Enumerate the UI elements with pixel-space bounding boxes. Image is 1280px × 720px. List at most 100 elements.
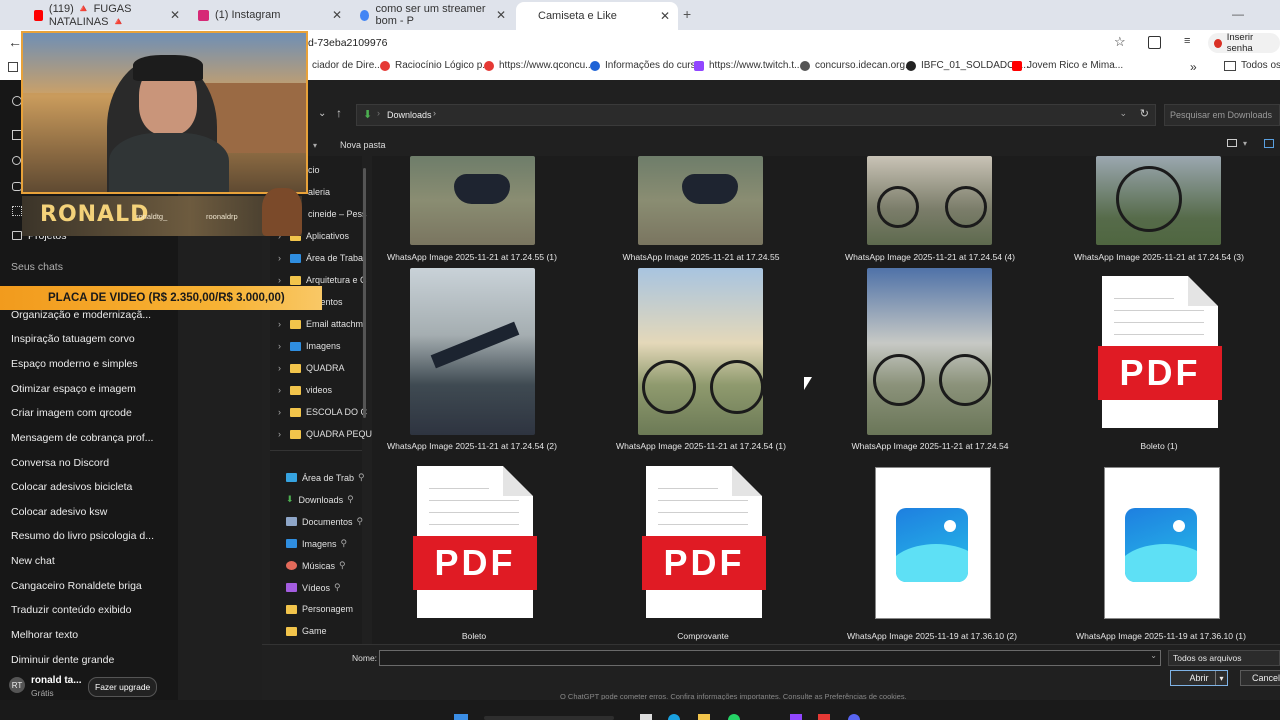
bookmark[interactable]: ciador de Dire... [312, 60, 383, 71]
tree-item[interactable]: › videos [278, 385, 332, 395]
search-icon[interactable] [12, 156, 21, 165]
quick-access-item[interactable]: ⬇ Downloads ⚲ [286, 494, 354, 505]
avatar[interactable]: RT [9, 677, 25, 693]
quick-access-item[interactable]: Músicas ⚲ [286, 560, 346, 571]
tab-instagram[interactable]: (1) Instagram ✕ [190, 4, 350, 26]
tree-item[interactable]: cio [308, 165, 320, 175]
file-thumbnail[interactable] [638, 268, 763, 435]
tree-item[interactable]: cineide – Pess [308, 209, 367, 219]
chevron-down-icon[interactable]: ⌄ [1119, 108, 1127, 119]
path-segment[interactable]: Downloads [387, 110, 432, 120]
chevron-down-icon[interactable]: ⌄ [1150, 651, 1157, 660]
filename-input[interactable]: ⌄ [379, 650, 1161, 666]
image-file-icon[interactable] [1104, 467, 1220, 619]
obs-icon[interactable] [818, 714, 830, 720]
pdf-file-icon[interactable]: PDF [1098, 276, 1222, 428]
tree-item[interactable]: › ESCOLA DO C [278, 407, 367, 417]
chat-item[interactable]: Resumo do livro psicologia d... [11, 530, 154, 542]
up-arrow-icon[interactable]: ↑ [336, 106, 342, 120]
quick-access-item[interactable]: Área de Trab ⚲ [286, 472, 365, 483]
preview-pane-icon[interactable] [1264, 139, 1274, 148]
chevron-down-icon[interactable]: ▾ [1243, 139, 1247, 148]
path-bar[interactable]: ⬇ › Downloads › ⌄ ↻ [356, 104, 1156, 126]
chat-item[interactable]: Traduzir conteúdo exibido [11, 604, 131, 616]
chat-item[interactable]: Otimizar espaço e imagem [11, 383, 136, 395]
open-button[interactable]: Abrir ▾ [1170, 670, 1228, 686]
bookmark[interactable]: Informações do curso [590, 60, 701, 71]
new-folder-button[interactable]: Nova pasta [340, 140, 386, 150]
quick-access-item[interactable]: Vídeos ⚲ [286, 582, 341, 593]
extensions-icon[interactable] [1148, 36, 1161, 49]
file-thumbnail[interactable] [410, 156, 535, 245]
chat-item[interactable]: Mensagem de cobrança prof... [11, 432, 153, 444]
image-file-icon[interactable] [875, 467, 991, 619]
close-tab-icon[interactable]: ✕ [332, 8, 342, 22]
tree-item[interactable]: › Imagens [278, 341, 341, 351]
file-thumbnail[interactable] [638, 156, 763, 245]
chat-item[interactable]: New chat [11, 555, 55, 567]
tab-google[interactable]: como ser um streamer bom - P ✕ [352, 3, 514, 27]
organize-chevron-icon[interactable]: ▾ [313, 141, 317, 150]
chat-item[interactable]: Inspiração tatuagem corvo [11, 333, 135, 345]
recent-locations-icon[interactable]: ⌄ [318, 108, 326, 119]
taskview-icon[interactable] [640, 714, 652, 720]
bookmark[interactable]: https://www.qconcu... [484, 60, 594, 71]
star-icon[interactable]: ☆ [1114, 34, 1126, 50]
back-icon[interactable]: ← [8, 34, 22, 50]
tree-item[interactable]: › QUADRA [278, 363, 345, 373]
view-mode-icon[interactable] [1227, 139, 1237, 147]
tree-item[interactable]: › Área de Trabal [278, 253, 365, 263]
file-thumbnail[interactable] [410, 268, 535, 435]
tab-youtube[interactable]: (119) 🔺 FUGAS NATALINAS 🔺 ✕ [26, 3, 188, 28]
new-tab-button[interactable]: + [683, 6, 691, 22]
tree-item[interactable]: › Email attachm [278, 319, 363, 329]
reading-list-icon[interactable]: ≡ [1184, 35, 1190, 47]
bookmark[interactable]: Jovem Rico e Mima... [1012, 60, 1123, 71]
bookmark[interactable]: Raciocínio Lógico p... [380, 60, 491, 71]
address-bar[interactable]: d-73eba2109976 [308, 37, 387, 49]
minimize-icon[interactable]: — [1232, 7, 1244, 21]
more-bookmarks-icon[interactable]: » [1190, 60, 1197, 74]
chat-item[interactable]: Melhorar texto [11, 629, 78, 641]
cancel-button[interactable]: Cancela [1240, 670, 1280, 686]
close-tab-icon[interactable]: ✕ [170, 8, 180, 22]
close-tab-icon[interactable]: ✕ [496, 8, 506, 22]
refresh-icon[interactable]: ↻ [1140, 107, 1149, 120]
tree-item[interactable]: aleria [308, 187, 330, 197]
chat-item[interactable]: Organização e modernizaçã... [11, 309, 151, 321]
search-input[interactable]: Pesquisar em Downloads [1164, 104, 1280, 126]
tree-item[interactable]: › Arquitetura e C [278, 275, 367, 285]
file-thumbnail[interactable] [867, 268, 992, 435]
bookmark-all[interactable]: Todos os fa [1224, 60, 1280, 71]
explorer-icon[interactable] [698, 714, 710, 720]
quick-access-item[interactable]: Game [286, 626, 327, 636]
whatsapp-icon[interactable] [728, 714, 740, 720]
start-icon[interactable] [454, 714, 468, 720]
quick-access-item[interactable]: Personagem [286, 604, 353, 614]
chat-item[interactable]: Cangaceiro Ronaldete briga [11, 580, 142, 592]
file-type-select[interactable]: Todos os arquivos [1168, 650, 1280, 666]
file-thumbnail[interactable] [867, 156, 992, 245]
chat-item[interactable]: Diminuir dente grande [11, 654, 114, 666]
chat-item[interactable]: Colocar adesivos bicicleta [11, 481, 132, 493]
pdf-file-icon[interactable]: PDF [413, 466, 537, 618]
bookmark[interactable]: IBFC_01_SOLDADO_... [906, 60, 1029, 71]
tree-scrollbar[interactable] [363, 168, 366, 418]
chat-item[interactable]: Criar imagem com qrcode [11, 407, 132, 419]
password-button[interactable]: Inserir senha [1208, 32, 1280, 54]
file-thumbnail[interactable] [1096, 156, 1221, 245]
chevron-down-icon[interactable]: ▾ [1215, 671, 1227, 685]
edge-icon[interactable] [668, 714, 680, 720]
taskbar-search[interactable] [484, 716, 614, 720]
bookmark[interactable]: concurso.idecan.org... [800, 60, 913, 71]
upgrade-button[interactable]: Fazer upgrade [88, 677, 158, 697]
bookmark[interactable]: https://www.twitch.t... [694, 60, 802, 71]
discord-icon[interactable] [848, 714, 860, 720]
pdf-file-icon[interactable]: PDF [642, 466, 766, 618]
twitch-icon[interactable] [790, 714, 802, 720]
chat-item[interactable]: Colocar adesivo ksw [11, 506, 107, 518]
gpts-icon[interactable] [12, 206, 22, 216]
close-tab-icon[interactable]: ✕ [660, 9, 670, 23]
tree-item[interactable]: › QUADRA PEQU [278, 429, 372, 439]
apps-icon[interactable] [8, 62, 18, 72]
